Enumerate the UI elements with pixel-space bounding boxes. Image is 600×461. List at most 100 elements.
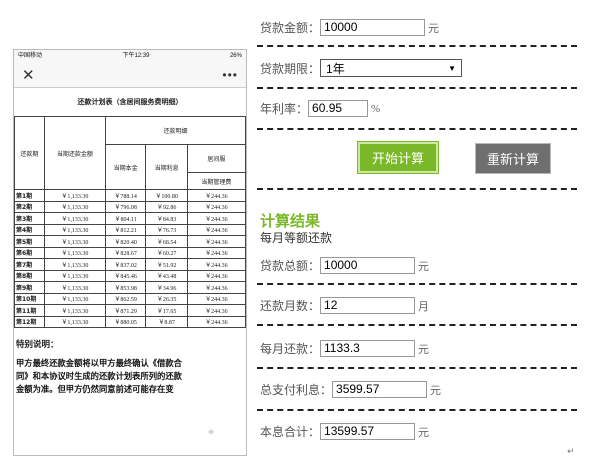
header-detail: 还款明细 (104, 116, 246, 145)
table-row: 第10期 ￥1,133.30 ￥862.59 ￥26.35 ￥244.36 (14, 292, 246, 305)
fee-cell: ￥244.36 (186, 212, 246, 225)
loan-term-select[interactable]: 1年 ▼ (320, 59, 463, 77)
table-row: 第9期 ￥1,133.30 ￥853.98 ￥34.96 ￥244.36 (14, 281, 246, 294)
dropdown-arrow-icon: ▼ (448, 63, 457, 73)
doc-title: 还款计划表（含居间服务费明细） (77, 98, 183, 106)
principal-cell: ￥820.40 (104, 235, 147, 248)
monthly-payment-field[interactable]: 1133.3 (320, 340, 416, 357)
notes-line: 金额为准。但甲方仍然同意前述可能存在变 (16, 384, 174, 394)
months-field[interactable]: 12 (320, 297, 416, 314)
table-row: 第12期 ￥1,133.30 ￥880.05 ￥8.87 ￥244.36 (14, 315, 246, 328)
reset-calculation-button[interactable]: 重新计算 (475, 143, 551, 174)
interest-cell: ￥51.92 (145, 258, 188, 271)
table-row: 第6期 ￥1,133.30 ￥828.67 ￥60.27 ￥244.36 (14, 246, 246, 259)
table-row: 第4期 ￥1,133.30 ￥812.21 ￥76.73 ￥244.36 (14, 223, 246, 236)
total-cell: ￥1,133.30 (43, 212, 106, 225)
fee-cell: ￥244.36 (186, 246, 246, 259)
total-cell: ￥1,133.30 (43, 315, 106, 328)
total-cell: ￥1,133.30 (43, 304, 106, 317)
loan-amount-row: 贷款金额： 10000 元 (260, 19, 439, 36)
principal-cell: ￥880.05 (104, 315, 147, 328)
annual-rate-unit: % (371, 102, 381, 115)
nav-bar: ✕ ••• (14, 63, 246, 88)
interest-cell: ￥84.83 (145, 212, 188, 225)
status-bar: 中国移动 下午12:39 26% (14, 50, 246, 63)
period-cell: 第5期 (14, 235, 45, 248)
total-cell: ￥1,133.30 (43, 292, 106, 305)
fee-cell: ￥244.36 (186, 292, 246, 305)
loan-calculator: 贷款金额： 10000 元 贷款期限： 1年 ▼ 年利率： 60.95 % 开始… (255, 0, 600, 461)
annual-rate-input[interactable]: 60.95 (308, 100, 369, 117)
interest-cell: ￥17.65 (145, 304, 188, 317)
principal-cell: ￥837.02 (104, 258, 147, 271)
total-cell: ￥1,133.30 (43, 258, 106, 271)
watermark-logo: ◈ (208, 427, 215, 436)
interest-cell: ￥43.48 (145, 269, 188, 282)
total-cell: ￥1,133.30 (43, 281, 106, 294)
annual-rate-label: 年利率： (260, 102, 309, 116)
total-cell: ￥1,133.30 (43, 223, 106, 236)
principal-cell: ￥871.29 (104, 304, 147, 317)
period-cell: 第10期 (14, 292, 45, 305)
fee-cell: ￥244.36 (186, 189, 246, 202)
total-loan-row: 贷款总额： 10000 元 (260, 257, 429, 274)
loan-term-row: 贷款期限： 1年 ▼ (260, 59, 463, 77)
months-row: 还款月数： 12 月 (260, 297, 429, 314)
fee-cell: ￥244.36 (186, 235, 246, 248)
close-icon[interactable]: ✕ (22, 66, 35, 84)
table-row: 第11期 ￥1,133.30 ￥871.29 ￥17.65 ￥244.36 (14, 304, 246, 317)
phone-screenshot: 中国移动 下午12:39 26% ✕ ••• 还款计划表（含居间服务费明细） 还… (13, 49, 247, 456)
total-principal-interest-label: 本息合计： (260, 425, 321, 439)
divider (257, 367, 577, 369)
period-cell: 第11期 (14, 304, 45, 317)
header-interest: 当期利息 (145, 144, 188, 190)
header-mgmt: 当期管理费 (186, 172, 246, 190)
start-calculation-button[interactable]: 开始计算 (358, 142, 438, 173)
loan-amount-unit: 元 (428, 22, 440, 35)
table-row: 第7期 ￥1,133.30 ￥837.02 ￥51.92 ￥244.36 (14, 258, 246, 271)
principal-cell: ￥788.14 (104, 189, 147, 202)
total-interest-row: 总支付利息： 3599.57 元 (260, 381, 441, 398)
total-loan-field[interactable]: 10000 (320, 257, 416, 274)
repayment-table: 还款期 当期还款金额 还款明细 当期本金 当期利息 居间服 当期管理费 第1期 ￥… (14, 116, 246, 328)
fee-cell: ￥244.36 (186, 258, 246, 271)
result-subtitle: 每月等额还款 (260, 231, 333, 245)
status-time: 下午12:39 (122, 53, 150, 59)
paragraph-mark-icon: ↵ (567, 446, 575, 456)
principal-cell: ￥804.11 (104, 212, 147, 225)
principal-cell: ￥862.59 (104, 292, 147, 305)
total-loan-unit: 元 (418, 260, 430, 273)
total-principal-interest-field[interactable]: 13599.57 (320, 423, 416, 440)
period-cell: 第3期 (14, 212, 45, 225)
period-cell: 第9期 (14, 281, 45, 294)
divider (257, 128, 577, 130)
divider (257, 45, 577, 47)
result-title: 计算结果 (260, 212, 321, 230)
repayment-document: 还款计划表（含居间服务费明细） 还款期 当期还款金额 还款明细 当期本金 当期利… (14, 88, 246, 455)
repayment-table-body: 第1期 ￥1,133.30 ￥788.14 ￥100.80 ￥244.36 第2期 ￥1,1… (14, 189, 246, 328)
table-row: 第1期 ￥1,133.30 ￥788.14 ￥100.80 ￥244.36 (14, 189, 246, 202)
total-cell: ￥1,133.30 (43, 235, 106, 248)
period-cell: 第6期 (14, 246, 45, 259)
header-period: 还款期 (14, 116, 45, 190)
total-cell: ￥1,133.30 (43, 189, 106, 202)
divider (257, 188, 577, 190)
period-cell: 第1期 (14, 189, 45, 202)
loan-term-value: 1年 (326, 61, 345, 76)
more-icon[interactable]: ••• (222, 68, 238, 82)
total-principal-interest-unit: 元 (418, 426, 430, 439)
table-row: 第5期 ￥1,133.30 ￥820.40 ￥68.54 ￥244.36 (14, 235, 246, 248)
principal-cell: ￥812.21 (104, 223, 147, 236)
total-interest-unit: 元 (430, 384, 442, 397)
divider (257, 324, 577, 326)
total-cell: ￥1,133.30 (43, 200, 106, 213)
fee-cell: ￥244.36 (186, 281, 246, 294)
total-loan-label: 贷款总额： (260, 259, 321, 273)
total-cell: ￥1,133.30 (43, 269, 106, 282)
total-interest-field[interactable]: 3599.57 (332, 381, 428, 398)
principal-cell: ￥853.98 (104, 281, 147, 294)
interest-cell: ￥8.87 (145, 315, 188, 328)
loan-amount-input[interactable]: 10000 (320, 19, 426, 36)
interest-cell: ￥26.35 (145, 292, 188, 305)
interest-cell: ￥60.27 (145, 246, 188, 259)
